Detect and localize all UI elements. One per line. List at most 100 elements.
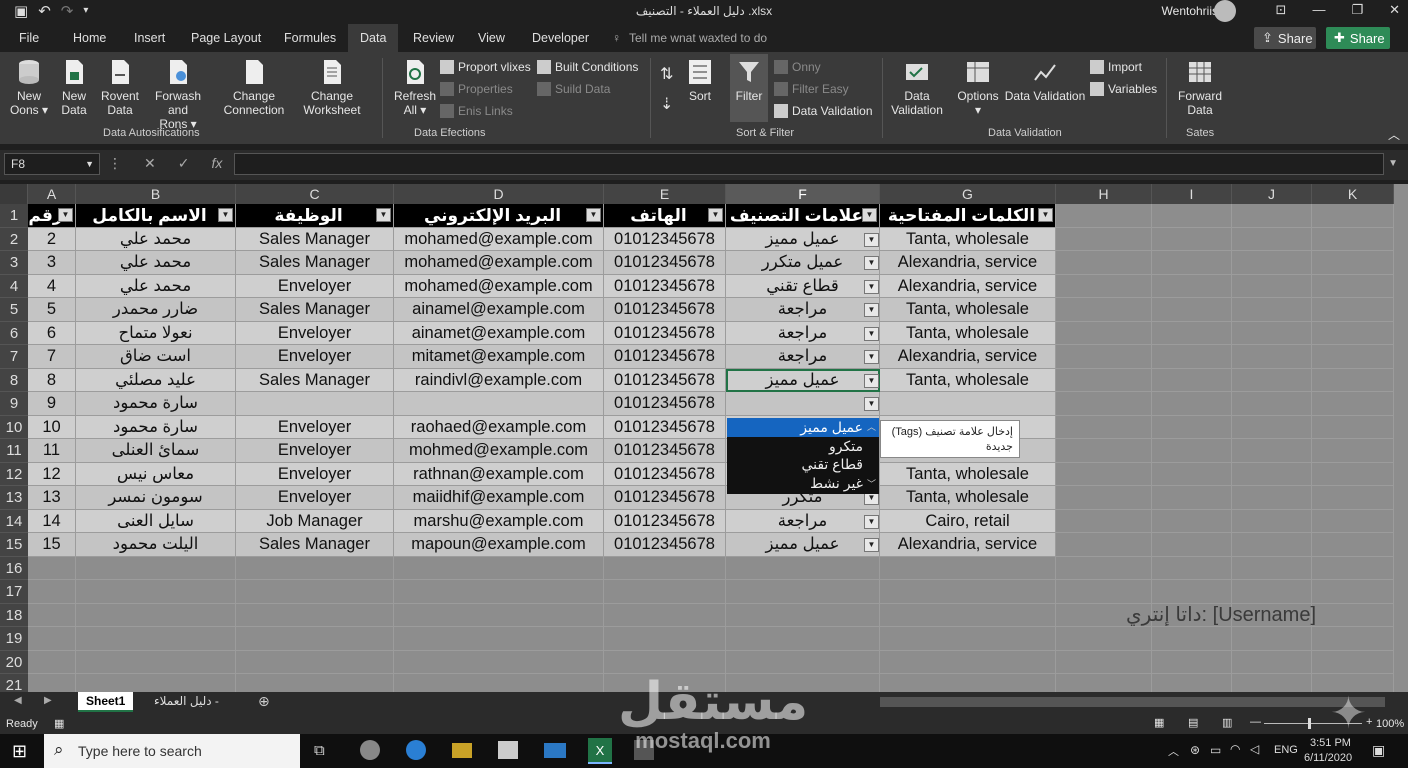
- import-button[interactable]: Import: [1090, 60, 1142, 74]
- empty-cell[interactable]: [28, 627, 76, 651]
- empty-cell[interactable]: [236, 627, 394, 651]
- table-cell[interactable]: Sales Manager: [236, 533, 394, 557]
- table-cell[interactable]: Sales Manager: [236, 298, 394, 322]
- empty-cell[interactable]: [1232, 368, 1312, 392]
- empty-cell[interactable]: [880, 556, 1056, 580]
- table-cell[interactable]: 01012345678: [604, 486, 726, 510]
- insert-function-icon[interactable]: fx: [211, 155, 222, 172]
- empty-cell[interactable]: [1232, 321, 1312, 345]
- empty-cell[interactable]: [1152, 415, 1232, 439]
- horizontal-scrollbar[interactable]: [880, 697, 1385, 707]
- table-cell[interactable]: مراجعة: [726, 345, 880, 369]
- tell-me-box[interactable]: ♀ Tell me wnat waxted to do: [612, 31, 767, 45]
- zoom-slider-thumb[interactable]: [1308, 718, 1311, 729]
- table-cell[interactable]: 01012345678: [604, 298, 726, 322]
- table-cell[interactable]: Enveloyer: [236, 439, 394, 463]
- empty-cell[interactable]: [76, 674, 236, 692]
- empty-cell[interactable]: [76, 603, 236, 627]
- cancel-icon[interactable]: ✕: [144, 155, 156, 172]
- table-cell[interactable]: Tanta, wholesale: [880, 227, 1056, 251]
- empty-cell[interactable]: [1312, 345, 1394, 369]
- empty-cell[interactable]: [1152, 533, 1232, 557]
- zoom-out-icon[interactable]: —: [1250, 716, 1261, 728]
- cell-dropdown-icon[interactable]: ▼: [864, 373, 879, 388]
- mail-icon[interactable]: [544, 743, 566, 758]
- empty-cell[interactable]: [1152, 674, 1232, 692]
- scroll-down-icon[interactable]: ﹀: [867, 477, 876, 490]
- empty-cell[interactable]: [1232, 415, 1312, 439]
- empty-cell[interactable]: [1152, 321, 1232, 345]
- windows-start-icon[interactable]: ⊞: [12, 741, 27, 762]
- empty-cell[interactable]: [1056, 674, 1152, 692]
- forwash-and-rons-button[interactable]: Forwash and Rons ▾: [144, 58, 212, 131]
- cell-dropdown-icon[interactable]: ▼: [864, 256, 879, 270]
- table-cell[interactable]: Sales Manager: [236, 251, 394, 275]
- empty-cell[interactable]: [1056, 274, 1152, 298]
- macro-record-icon[interactable]: ▦: [54, 717, 64, 730]
- empty-cell[interactable]: [1232, 533, 1312, 557]
- tab-data[interactable]: Data: [348, 24, 399, 52]
- table-cell[interactable]: 5: [28, 298, 76, 322]
- sort-za-icon[interactable]: ⇣: [660, 94, 673, 114]
- table-cell[interactable]: 13: [28, 486, 76, 510]
- empty-cell[interactable]: [1056, 251, 1152, 275]
- table-cell[interactable]: قطاع تقني: [726, 274, 880, 298]
- table-cell[interactable]: نعولا متماح: [76, 321, 236, 345]
- empty-cell[interactable]: [1312, 580, 1394, 604]
- column-header-d[interactable]: D: [394, 184, 604, 204]
- row-header-11[interactable]: 11: [0, 439, 28, 463]
- empty-cell[interactable]: [1312, 462, 1394, 486]
- empty-cell[interactable]: [1152, 251, 1232, 275]
- table-header-cell[interactable]: رقم ▼: [28, 204, 76, 228]
- empty-cell[interactable]: [394, 627, 604, 651]
- empty-cell[interactable]: [1232, 627, 1312, 651]
- task-view-icon[interactable]: ⧉: [314, 742, 325, 759]
- table-cell[interactable]: عميل مميز: [726, 533, 880, 557]
- table-cell[interactable]: Alexandria, service: [880, 345, 1056, 369]
- table-cell[interactable]: ضارر محمدر: [76, 298, 236, 322]
- taskbar-search[interactable]: ⌕ Type here to search: [44, 734, 300, 768]
- empty-cell[interactable]: [1056, 462, 1152, 486]
- table-cell[interactable]: 01012345678: [604, 251, 726, 275]
- proport-vlixes-button[interactable]: Proport vlixes: [440, 60, 531, 74]
- empty-cell[interactable]: [1232, 345, 1312, 369]
- empty-cell[interactable]: [76, 580, 236, 604]
- share-button[interactable]: ⇪ Share: [1254, 27, 1316, 49]
- empty-cell[interactable]: [1312, 603, 1394, 627]
- dropdown-option[interactable]: متكرو: [727, 437, 879, 456]
- row-header-12[interactable]: 12: [0, 462, 28, 486]
- empty-cell[interactable]: [880, 580, 1056, 604]
- empty-cell[interactable]: [1056, 556, 1152, 580]
- empty-cell[interactable]: [1232, 580, 1312, 604]
- tab-developer[interactable]: Developer: [532, 31, 589, 45]
- empty-cell[interactable]: [1152, 204, 1232, 228]
- row-header-14[interactable]: 14: [0, 509, 28, 533]
- table-cell[interactable]: Alexandria, service: [880, 274, 1056, 298]
- table-cell[interactable]: 01012345678: [604, 345, 726, 369]
- table-cell[interactable]: Cairo, retail: [880, 509, 1056, 533]
- column-header-c[interactable]: C: [236, 184, 394, 204]
- empty-cell[interactable]: [604, 580, 726, 604]
- table-cell[interactable]: ainamel@example.com: [394, 298, 604, 322]
- dropdown-option[interactable]: عميل مميز: [727, 418, 879, 437]
- empty-cell[interactable]: [236, 603, 394, 627]
- empty-cell[interactable]: [880, 603, 1056, 627]
- battery-icon[interactable]: ▭: [1210, 743, 1221, 757]
- scroll-right-icon[interactable]: ▶: [44, 695, 52, 706]
- row-header-17[interactable]: 17: [0, 580, 28, 604]
- empty-cell[interactable]: [726, 556, 880, 580]
- empty-cell[interactable]: [394, 603, 604, 627]
- cell-dropdown-icon[interactable]: ▼: [864, 397, 879, 411]
- empty-cell[interactable]: [604, 650, 726, 674]
- properties-button[interactable]: Properties: [440, 82, 513, 96]
- tab-insert[interactable]: Insert: [134, 31, 165, 45]
- table-cell[interactable]: 3: [28, 251, 76, 275]
- collapse-ribbon-icon[interactable]: ︿: [1388, 126, 1400, 143]
- row-header-19[interactable]: 19: [0, 627, 28, 651]
- empty-cell[interactable]: [1152, 392, 1232, 416]
- change-worksheet-button[interactable]: Change Worksheet: [300, 58, 364, 117]
- table-header-cell[interactable]: علامات التصنيف ▼: [726, 204, 880, 228]
- table-cell[interactable]: mohamed@example.com: [394, 227, 604, 251]
- filter-dropdown-icon[interactable]: ▼: [862, 208, 877, 222]
- empty-cell[interactable]: [1056, 204, 1152, 228]
